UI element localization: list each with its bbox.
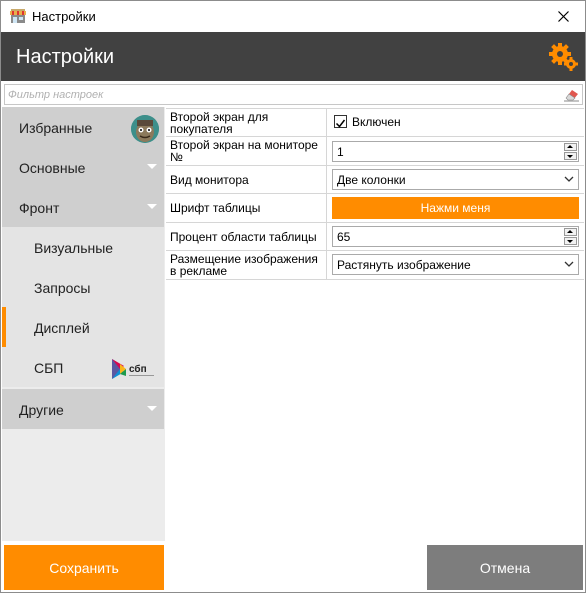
stepper-arrows — [564, 228, 577, 245]
sidebar-item-other[interactable]: Другие — [2, 389, 164, 429]
monitor-number-stepper[interactable]: 1 — [332, 141, 579, 162]
sidebar-item-visual[interactable]: Визуальные — [2, 227, 164, 267]
eraser-icon[interactable] — [564, 88, 579, 102]
sidebar-item-label: Запросы — [34, 280, 91, 296]
setting-row-monitor-number: Второй экран на мониторе № 1 — [166, 137, 584, 166]
setting-row-table-font: Шрифт таблицы Нажми меня — [166, 194, 584, 223]
sbp-logo-icon: сбп — [112, 359, 154, 379]
setting-value: Включен — [328, 109, 584, 136]
cancel-button[interactable]: Отмена — [427, 545, 583, 590]
stepper-down-button[interactable] — [564, 237, 577, 245]
sidebar-item-label: СБП — [34, 360, 64, 376]
ad-image-placement-select[interactable]: Растянуть изображение — [332, 254, 579, 275]
page-title: Настройки — [16, 46, 115, 68]
setting-row-table-percent: Процент области таблицы 65 — [166, 223, 584, 251]
second-screen-checkbox[interactable] — [334, 115, 347, 128]
save-button[interactable]: Сохранить — [4, 545, 164, 590]
close-icon — [557, 11, 569, 22]
chevron-down-icon — [147, 406, 157, 411]
chevron-down-icon — [564, 176, 574, 182]
setting-value: Нажми меня — [328, 194, 584, 222]
table-percent-stepper[interactable]: 65 — [332, 226, 579, 247]
stepper-up-button[interactable] — [564, 143, 577, 151]
stepper-arrows — [564, 143, 577, 160]
checkmark-icon — [335, 119, 346, 128]
setting-label: Шрифт таблицы — [166, 194, 327, 222]
setting-row-second-screen: Второй экран для покупателя Включен — [166, 108, 584, 137]
sidebar-item-label: Дисплей — [34, 320, 90, 336]
select-value: Две колонки — [337, 173, 406, 187]
setting-label: Вид монитора — [166, 166, 327, 193]
monitor-type-select[interactable]: Две колонки — [332, 169, 579, 190]
table-font-button[interactable]: Нажми меня — [332, 197, 579, 219]
sbp-logo-text: сбп — [129, 363, 147, 375]
setting-value: Две колонки — [328, 166, 584, 193]
sidebar-item-sbp[interactable]: СБП сбп — [2, 347, 164, 387]
character-avatar-icon — [131, 115, 159, 143]
stepper-value: 65 — [337, 230, 351, 244]
title-bar: Настройки — [1, 1, 585, 32]
select-value: Растянуть изображение — [337, 258, 471, 272]
stepper-up-button[interactable] — [564, 228, 577, 236]
sidebar-item-label: Другие — [19, 402, 64, 418]
sidebar-item-label: Фронт — [19, 200, 60, 216]
sidebar-item-label: Основные — [19, 160, 86, 176]
stepper-value: 1 — [337, 145, 344, 159]
close-button[interactable] — [541, 1, 585, 32]
setting-value: 1 — [328, 137, 584, 165]
chevron-down-icon — [564, 261, 574, 267]
setting-label: Второй экран на мониторе № — [166, 137, 327, 165]
app-store-icon — [10, 9, 26, 23]
setting-label: Размещение изображения в рекламе — [166, 251, 327, 279]
gears-icon[interactable] — [548, 41, 580, 73]
header-bar: Настройки — [1, 32, 585, 81]
filter-field — [4, 84, 583, 105]
sidebar: Избранные Основные Фронт Визуальные Запр… — [2, 107, 165, 541]
settings-window: Настройки Настройки Фильтр настроек Избр… — [0, 0, 586, 593]
setting-label: Процент области таблицы — [166, 223, 327, 250]
sidebar-item-front[interactable]: Фронт — [2, 187, 164, 227]
setting-row-monitor-type: Вид монитора Две колонки — [166, 166, 584, 194]
chevron-down-icon — [147, 204, 157, 209]
sidebar-item-requests[interactable]: Запросы — [2, 267, 164, 307]
sidebar-item-favorites[interactable]: Избранные — [2, 107, 164, 147]
chevron-down-icon — [147, 164, 157, 169]
setting-value: 65 — [328, 223, 584, 250]
window-title: Настройки — [32, 9, 96, 24]
filter-input[interactable] — [5, 85, 560, 104]
setting-value: Растянуть изображение — [328, 251, 584, 279]
sidebar-item-basic[interactable]: Основные — [2, 147, 164, 187]
avatar — [131, 115, 159, 143]
setting-row-ad-image: Размещение изображения в рекламе Растяну… — [166, 251, 584, 280]
sidebar-item-label: Избранные — [19, 120, 93, 136]
stepper-down-button[interactable] — [564, 152, 577, 160]
sidebar-item-display[interactable]: Дисплей — [2, 307, 164, 347]
checkbox-label: Включен — [352, 115, 401, 129]
setting-label: Второй экран для покупателя — [166, 109, 327, 136]
sidebar-item-label: Визуальные — [34, 240, 114, 256]
